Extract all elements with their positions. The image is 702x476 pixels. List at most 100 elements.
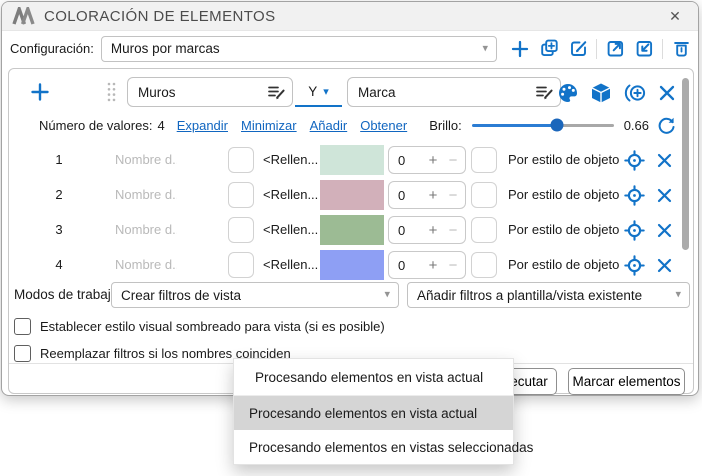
value-row: 2 Nombre d... <Rellen... 0 + − Por estil… xyxy=(9,178,693,213)
toolbar-separator xyxy=(662,39,663,59)
remove-value-icon[interactable] xyxy=(656,152,673,169)
fill-pattern-label[interactable]: <Rellen... xyxy=(263,222,319,237)
configuration-value: Muros por marcas xyxy=(111,41,220,56)
spinner-plus-icon[interactable]: + xyxy=(423,257,443,274)
color-preview-bar[interactable] xyxy=(320,250,384,280)
dropdown-item-current-view[interactable]: Procesando elementos en vista actual xyxy=(234,396,513,430)
fill-pattern-label[interactable]: <Rellen... xyxy=(263,187,319,202)
remove-criterion-icon[interactable] xyxy=(658,84,676,102)
criteria-actions xyxy=(557,82,683,104)
line-color-swatch[interactable] xyxy=(471,252,497,278)
spinner-minus-icon[interactable]: − xyxy=(443,152,463,169)
line-color-swatch[interactable] xyxy=(471,182,497,208)
filter-mode-combobox[interactable]: Crear filtros de vista ▾ xyxy=(111,282,399,308)
spinner-value[interactable]: 0 xyxy=(398,188,423,203)
select-elements-icon[interactable] xyxy=(623,82,647,104)
object-style-label[interactable]: Por estilo de objeto xyxy=(508,152,619,167)
add-link[interactable]: Añadir xyxy=(310,118,348,133)
process-mode-combobox[interactable]: Procesando elementos en vista actual xyxy=(234,359,513,396)
slider-track[interactable] xyxy=(472,124,614,127)
row-name-placeholder[interactable]: Nombre d... xyxy=(115,257,177,272)
close-icon[interactable]: ✕ xyxy=(664,5,686,27)
value-row: 4 Nombre d... <Rellen... 0 + − Por estil… xyxy=(9,248,693,283)
mark-elements-button[interactable]: Marcar elementos xyxy=(568,368,685,395)
brightness-label: Brillo: xyxy=(429,118,462,133)
spinner-minus-icon[interactable]: − xyxy=(443,222,463,239)
color-preview-bar[interactable] xyxy=(320,145,384,175)
value-spinner: 0 + − xyxy=(388,251,466,279)
remove-value-icon[interactable] xyxy=(656,257,673,274)
category-input[interactable] xyxy=(127,77,293,107)
spinner-value[interactable]: 0 xyxy=(398,153,423,168)
fill-color-swatch[interactable] xyxy=(228,182,254,208)
locate-elements-icon[interactable] xyxy=(624,255,645,276)
spinner-minus-icon[interactable]: − xyxy=(443,187,463,204)
chevron-down-icon: ▾ xyxy=(482,43,488,54)
join-operator-value: Y xyxy=(308,84,317,99)
chevron-down-icon: ▾ xyxy=(384,290,390,301)
locate-elements-icon[interactable] xyxy=(624,150,645,171)
spinner-value[interactable]: 0 xyxy=(398,223,423,238)
edit-configuration-icon[interactable] xyxy=(567,38,589,60)
fill-pattern-label[interactable]: <Rellen... xyxy=(263,152,319,167)
spinner-value[interactable]: 0 xyxy=(398,258,423,273)
palette-icon[interactable] xyxy=(557,82,579,104)
brightness-value: 0.66 xyxy=(624,118,649,133)
locate-elements-icon[interactable] xyxy=(624,220,645,241)
row-name-placeholder[interactable]: Nombre d... xyxy=(115,222,177,237)
expand-link[interactable]: Expandir xyxy=(177,118,228,133)
spinner-plus-icon[interactable]: + xyxy=(423,222,443,239)
configuration-combobox[interactable]: Muros por marcas ▾ xyxy=(101,36,497,62)
line-color-swatch[interactable] xyxy=(471,217,497,243)
spinner-minus-icon[interactable]: − xyxy=(443,257,463,274)
spinner-plus-icon[interactable]: + xyxy=(423,187,443,204)
join-operator-combobox[interactable]: Y ▾ xyxy=(295,77,342,107)
reset-brightness-icon[interactable] xyxy=(657,116,676,135)
row-index: 4 xyxy=(49,257,69,272)
cube-icon[interactable] xyxy=(590,82,612,104)
apply-mode-combobox[interactable]: Añadir filtros a plantilla/vista existen… xyxy=(407,282,690,308)
scrollbar-thumb[interactable] xyxy=(682,78,689,250)
locate-elements-icon[interactable] xyxy=(624,185,645,206)
coloracion-dialog: COLORACIÓN DE ELEMENTOS ✕ Configuración:… xyxy=(1,1,699,396)
delete-configuration-icon[interactable] xyxy=(670,38,692,60)
get-link[interactable]: Obtener xyxy=(360,118,407,133)
row-name-placeholder[interactable]: Nombre d... xyxy=(115,152,177,167)
values-header: Número de valores: 4 Expandir Minimizar … xyxy=(39,114,679,136)
remove-value-icon[interactable] xyxy=(656,187,673,204)
object-style-label[interactable]: Por estilo de objeto xyxy=(508,257,619,272)
shaded-style-label: Establecer estilo visual sombreado para … xyxy=(40,319,385,334)
spinner-plus-icon[interactable]: + xyxy=(423,152,443,169)
configuration-toolbar xyxy=(509,38,692,60)
dialog-title: COLORACIÓN DE ELEMENTOS xyxy=(44,8,275,25)
add-criterion-icon[interactable] xyxy=(29,81,51,103)
drag-handle[interactable] xyxy=(105,80,118,104)
row-index: 2 xyxy=(49,187,69,202)
color-preview-bar[interactable] xyxy=(320,215,384,245)
chevron-down-icon: ▾ xyxy=(323,85,329,98)
import-configuration-icon[interactable] xyxy=(633,38,655,60)
object-style-label[interactable]: Por estilo de objeto xyxy=(508,222,619,237)
parameter-input[interactable] xyxy=(347,77,561,107)
replace-filters-checkbox[interactable] xyxy=(14,345,31,362)
fill-color-swatch[interactable] xyxy=(228,217,254,243)
object-style-label[interactable]: Por estilo de objeto xyxy=(508,187,619,202)
fill-color-swatch[interactable] xyxy=(228,252,254,278)
export-configuration-icon[interactable] xyxy=(604,38,626,60)
chevron-down-icon: ▾ xyxy=(675,290,681,301)
shaded-style-checkbox[interactable] xyxy=(14,318,31,335)
dropdown-item-selected-views[interactable]: Procesando elementos en vistas seleccion… xyxy=(234,430,513,464)
color-preview-bar[interactable] xyxy=(320,180,384,210)
remove-value-icon[interactable] xyxy=(656,222,673,239)
add-configuration-icon[interactable] xyxy=(509,38,531,60)
line-color-swatch[interactable] xyxy=(471,147,497,173)
app-logo-icon xyxy=(12,7,36,25)
duplicate-configuration-icon[interactable] xyxy=(538,38,560,60)
value-row: 1 Nombre d... <Rellen... 0 + − Por estil… xyxy=(9,143,693,178)
row-name-placeholder[interactable]: Nombre d... xyxy=(115,187,177,202)
minimize-link[interactable]: Minimizar xyxy=(241,118,297,133)
fill-pattern-label[interactable]: <Rellen... xyxy=(263,257,319,272)
brightness-slider[interactable] xyxy=(472,118,614,132)
slider-thumb[interactable] xyxy=(550,119,563,132)
fill-color-swatch[interactable] xyxy=(228,147,254,173)
